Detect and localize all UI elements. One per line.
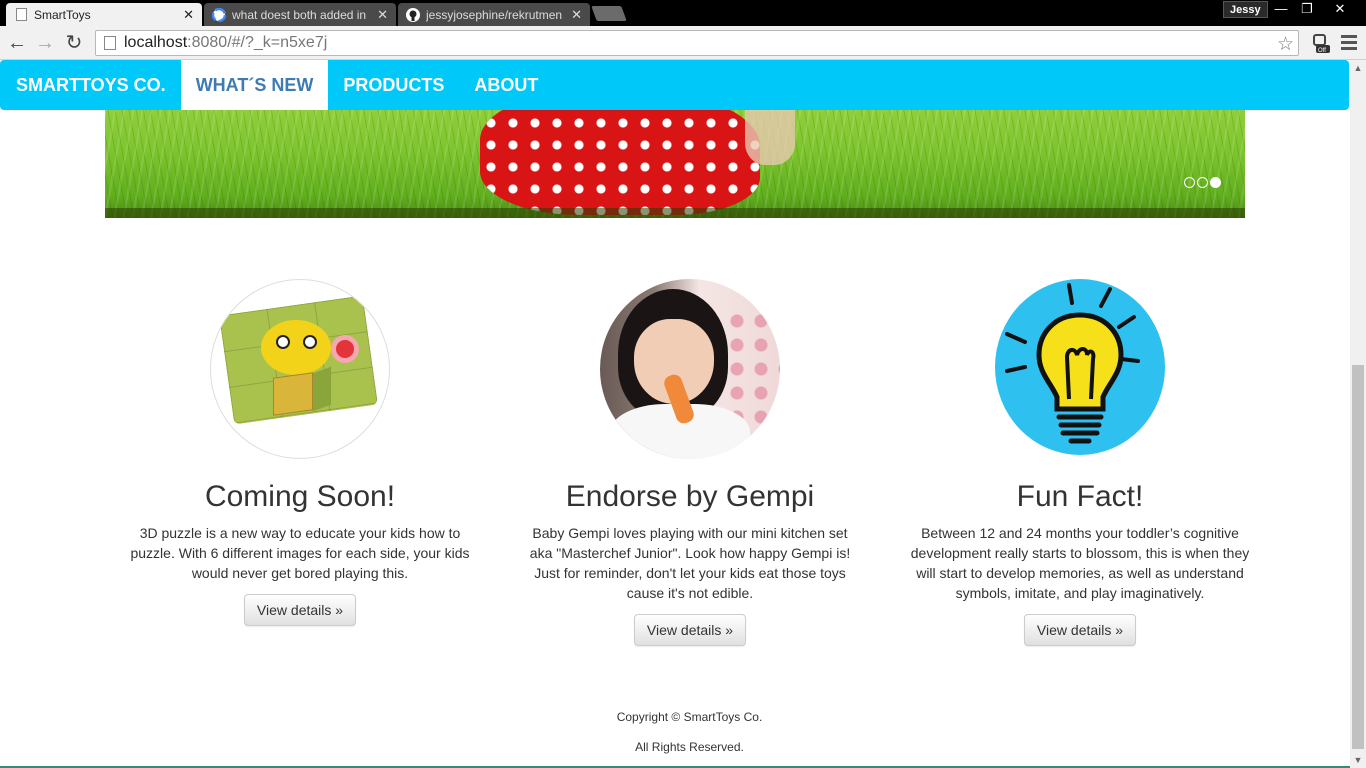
page-icon [104, 36, 116, 50]
view-details-button[interactable]: View details » [633, 614, 747, 646]
restore-icon[interactable]: ❐ [1292, 0, 1322, 18]
curtain-flowers [725, 309, 780, 429]
google-icon [212, 7, 226, 22]
cube-small-side [313, 366, 331, 412]
feature-fun-fact: Fun Fact! Between 12 and 24 months your … [910, 279, 1250, 646]
footer-copyright: Copyright © SmartToys Co. [616, 710, 763, 724]
back-arrow-icon[interactable]: ← [6, 32, 28, 54]
browser-toolbar: ← → ↻ localhost:8080/#/?_k=n5xe7j ☆ Off [0, 26, 1366, 60]
brand-link[interactable]: SMARTTOYS CO. [0, 60, 181, 110]
extension-off-icon[interactable]: Off [1310, 32, 1332, 54]
vertical-scrollbar[interactable]: ▲ ▼ [1350, 60, 1366, 768]
gempi-photo [600, 279, 780, 459]
carousel-shade [105, 208, 1245, 218]
cube-flower [331, 335, 359, 363]
close-icon[interactable]: ✕ [377, 7, 388, 23]
feature-coming-soon: Coming Soon! 3D puzzle is a new way to e… [130, 279, 470, 626]
tab-title: jessyjosephine/rekrutmen [426, 7, 563, 22]
carousel-dot-2[interactable] [1197, 177, 1208, 188]
feature-title: Fun Fact! [1016, 480, 1144, 513]
bookmark-star-icon[interactable]: ☆ [1277, 33, 1294, 56]
view-details-button[interactable]: View details » [243, 594, 357, 626]
feature-title: Endorse by Gempi [565, 480, 815, 513]
forward-arrow-icon[interactable]: → [34, 32, 56, 54]
view-details-button[interactable]: View details » [1023, 614, 1137, 646]
url-host: localhost [124, 34, 188, 51]
puzzle-cube-image [210, 279, 390, 459]
page-viewport: SMARTTOYS CO. WHAT´S NEW PRODUCTS ABOUT … [0, 60, 1366, 768]
close-icon[interactable]: ✕ [183, 7, 194, 23]
profile-button[interactable]: Jessy [1223, 1, 1268, 18]
close-window-icon[interactable]: ✕ [1325, 0, 1355, 18]
polka-dot-dress-image [480, 110, 760, 215]
tab-github[interactable]: jessyjosephine/rekrutmen ✕ [398, 3, 590, 26]
tab-title: SmartToys [34, 7, 91, 22]
carousel-dot-3[interactable] [1210, 177, 1221, 188]
hero-carousel[interactable] [105, 110, 1245, 218]
feature-text: Between 12 and 24 months your toddler’s … [910, 525, 1250, 601]
tab-strip: SmartToys ✕ what doest both added in ✕ j… [0, 0, 1366, 26]
tab-smarttoys[interactable]: SmartToys ✕ [6, 3, 202, 26]
close-icon[interactable]: ✕ [571, 7, 582, 23]
tab-title: what doest both added in [232, 7, 367, 22]
page-icon [14, 8, 28, 22]
new-tab-button[interactable] [591, 6, 627, 21]
cube-face [261, 320, 331, 375]
scroll-down-arrow-icon[interactable]: ▼ [1350, 752, 1366, 768]
feature-text: 3D puzzle is a new way to educate your k… [130, 525, 470, 581]
footer-rights: All Rights Reserved. [635, 740, 744, 754]
cube-eye [276, 335, 290, 349]
address-bar[interactable]: localhost:8080/#/?_k=n5xe7j ☆ [95, 30, 1299, 56]
scroll-up-arrow-icon[interactable]: ▲ [1350, 60, 1366, 76]
cube-small-piece [273, 372, 313, 416]
feature-text: Baby Gempi loves playing with our mini k… [529, 525, 851, 601]
feature-endorse-gempi: Endorse by Gempi Baby Gempi loves playin… [520, 279, 860, 646]
navbar: SMARTTOYS CO. WHAT´S NEW PRODUCTS ABOUT [0, 60, 1349, 110]
cube-eye [303, 335, 317, 349]
carousel-indicators [1184, 177, 1221, 188]
menu-icon[interactable] [1341, 35, 1357, 53]
lightbulb-icon [995, 279, 1165, 455]
reload-icon[interactable]: ↻ [63, 32, 85, 54]
scroll-thumb[interactable] [1352, 365, 1364, 749]
nav-item-about[interactable]: ABOUT [459, 60, 553, 110]
nav-item-products[interactable]: PRODUCTS [328, 60, 459, 110]
github-icon [406, 7, 420, 22]
url-path: :8080/#/?_k=n5xe7j [187, 34, 328, 51]
child-leg-image [745, 110, 795, 165]
carousel-dot-1[interactable] [1184, 177, 1195, 188]
lightbulb-drawing [1005, 283, 1140, 444]
nav-item-whats-new[interactable]: WHAT´S NEW [180, 60, 329, 110]
svg-text:Off: Off [1318, 48, 1326, 54]
tab-google[interactable]: what doest both added in ✕ [204, 3, 396, 26]
feature-title: Coming Soon! [204, 480, 396, 513]
